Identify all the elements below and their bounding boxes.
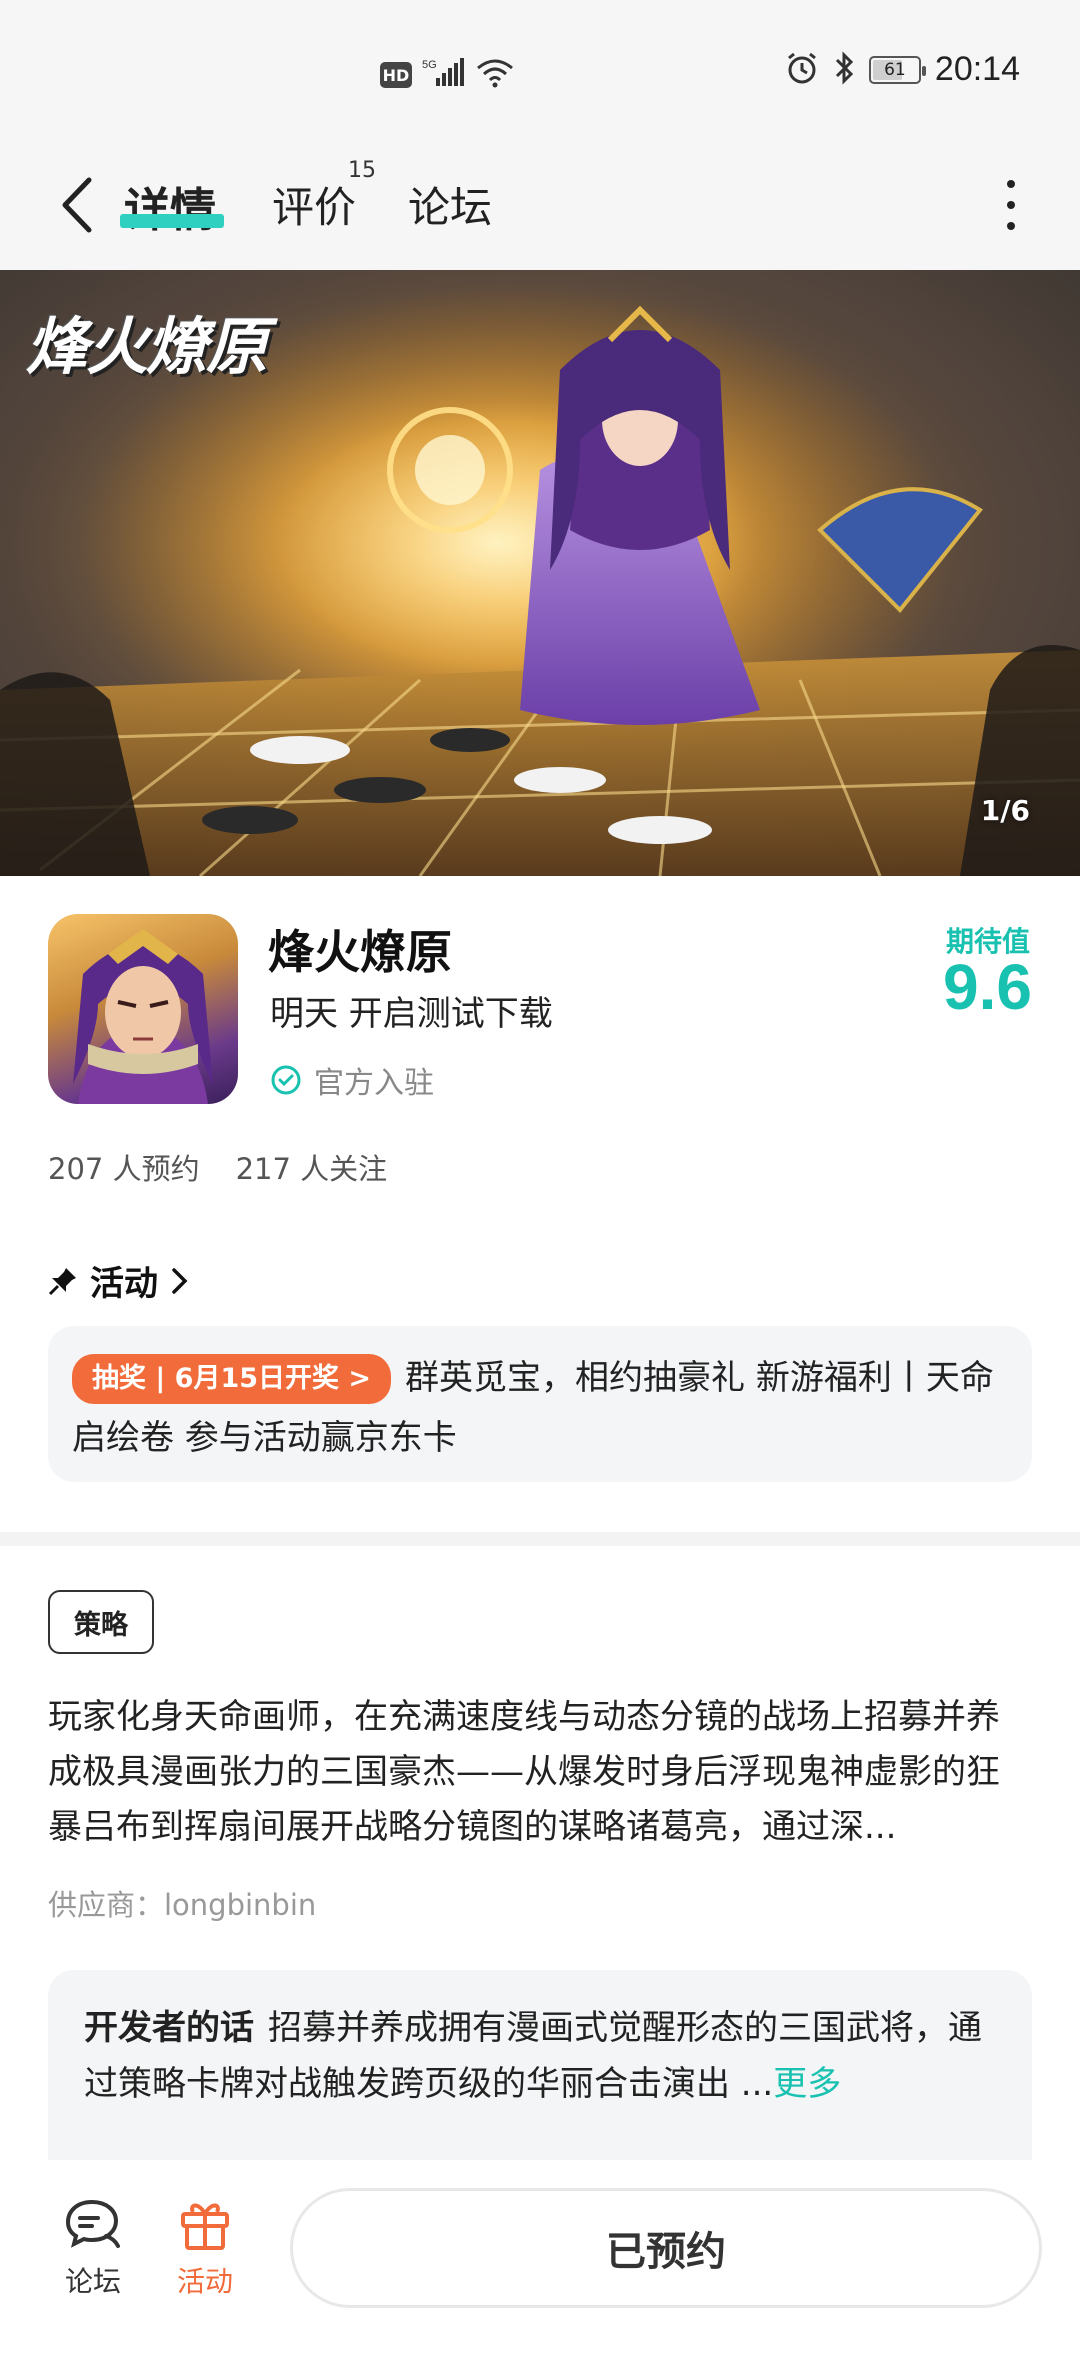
developer-note-title: 开发者的话 (84, 2008, 254, 2048)
bottom-action-bar: 论坛 活动 已预约 (0, 2160, 1080, 2376)
official-badge: 官方入驻 (270, 1058, 434, 1102)
game-stats: 207 人预约 217 人关注 (48, 1146, 387, 1188)
status-bar: HD 5G 61 20:14 (0, 0, 1080, 140)
gift-icon (181, 2203, 229, 2250)
game-description[interactable]: 玩家化身天命画师，在充满速度线与动态分镜的战场上招募并养成极具漫画张力的三国豪杰… (48, 1690, 1032, 1855)
back-button[interactable] (46, 170, 106, 240)
tab-forum[interactable]: 论坛 (408, 174, 492, 235)
review-count-badge: 15 (348, 158, 376, 183)
release-info: 明天 开启测试下载 (270, 994, 553, 1034)
supplier-info: 供应商：longbinbin (48, 1888, 317, 1922)
chat-bubble-icon (65, 2199, 120, 2248)
network-type-label: 5G (422, 59, 437, 71)
verified-check-icon (271, 1065, 301, 1095)
game-app-icon (48, 914, 238, 1104)
alarm-icon (785, 51, 819, 89)
expectation-score: 9.6 (943, 951, 1032, 1023)
system-indicators: 61 20:14 (785, 50, 1020, 89)
activity-card[interactable]: 抽奖 | 6月15日开奖 > 群英觅宝，相约抽豪礼 新游福利丨天命启绘卷 参与活动… (48, 1326, 1032, 1482)
genre-tag[interactable]: 策略 (48, 1590, 154, 1654)
more-dot-icon (1007, 180, 1015, 188)
forum-button[interactable]: 论坛 (48, 2196, 138, 2300)
network-indicators: HD 5G (380, 58, 514, 92)
top-nav: 详情 评价 15 论坛 (0, 140, 1080, 270)
clock: 20:14 (934, 50, 1020, 88)
hd-badge: HD (380, 62, 412, 88)
chevron-right-icon (172, 1267, 188, 1294)
official-label: 官方入驻 (314, 1066, 434, 1101)
chevron-left-icon (62, 177, 92, 233)
follower-count: 217 人关注 (235, 1152, 388, 1186)
reserved-button[interactable]: 已预约 (290, 2188, 1042, 2308)
game-logo-text: 烽火燎原 (26, 310, 268, 383)
tab-details[interactable]: 详情 (124, 174, 216, 240)
section-divider (0, 1532, 1080, 1546)
lottery-pill[interactable]: 抽奖 | 6月15日开奖 > (72, 1354, 392, 1404)
game-title: 烽火燎原 (268, 925, 452, 979)
more-options-button[interactable] (996, 180, 1026, 230)
more-dot-icon (1007, 222, 1015, 230)
active-tab-indicator (120, 214, 224, 228)
tab-reviews[interactable]: 评价 (272, 174, 356, 235)
more-link[interactable]: 更多 (773, 2064, 841, 2104)
pin-icon (48, 1267, 76, 1295)
activity-section-header[interactable]: 活动 (48, 1256, 190, 1305)
bluetooth-icon (833, 50, 855, 89)
activity-heading: 活动 (90, 1264, 158, 1304)
battery-level: 61 (884, 59, 906, 80)
reservation-count: 207 人预约 (48, 1152, 200, 1186)
activity-button[interactable]: 活动 (160, 2196, 250, 2300)
more-dot-icon (1007, 201, 1015, 209)
wifi-icon (476, 58, 514, 92)
activity-label: 活动 (176, 2265, 233, 2298)
developer-note-card[interactable]: 开发者的话 招募并养成拥有漫画式觉醒形态的三国武将，通过策略卡牌对战触发跨页级的华… (48, 1970, 1032, 2170)
signal-icon: 5G (422, 58, 466, 92)
carousel-counter: 1/6 (980, 794, 1030, 827)
battery-icon: 61 (868, 55, 926, 84)
forum-label: 论坛 (64, 2265, 121, 2298)
screenshot-carousel[interactable]: 烽火燎原 1/6 (0, 270, 1080, 876)
